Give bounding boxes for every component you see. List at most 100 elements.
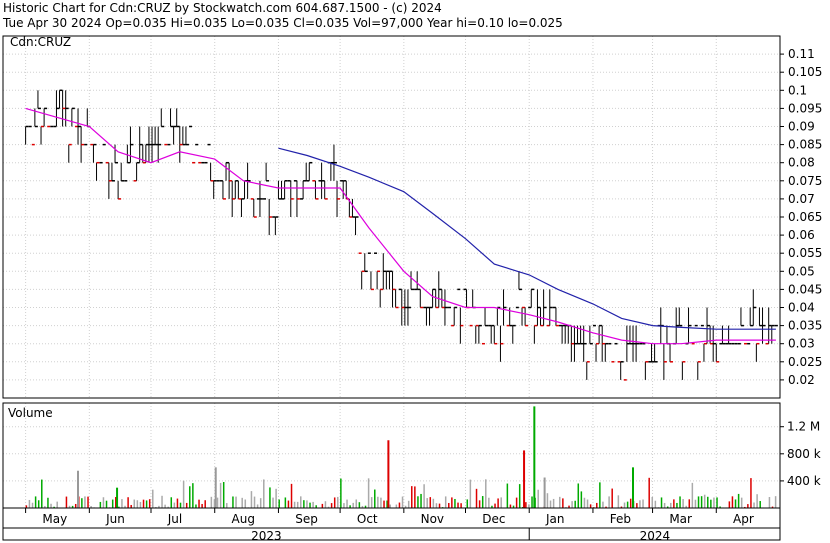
volume-bar: [528, 504, 530, 508]
volume-bar-highlight: [214, 467, 217, 508]
volume-bar: [272, 497, 274, 508]
price-tick-label: 0.105: [788, 65, 822, 79]
volume-bar: [506, 483, 509, 508]
volume-bar: [768, 497, 771, 508]
volume-bar: [340, 478, 342, 508]
volume-bar: [688, 499, 691, 508]
volume-bar: [241, 497, 243, 508]
volume-bar: [562, 498, 564, 508]
volume-tick-label: 800 k: [787, 447, 821, 461]
volume-bar: [377, 496, 379, 508]
volume-bar: [423, 484, 425, 508]
month-label: Apr: [733, 512, 754, 526]
volume-bar: [546, 493, 549, 508]
volume-bar: [552, 498, 555, 508]
volume-bar: [244, 499, 247, 508]
volume-bar: [694, 499, 697, 508]
price-tick-label: 0.11: [788, 47, 815, 61]
volume-bar: [250, 491, 253, 508]
volume-bar: [577, 483, 580, 508]
volume-bar: [198, 499, 200, 508]
volume-bar: [617, 495, 620, 508]
volume-bar: [127, 497, 129, 508]
volume-bar: [774, 496, 777, 508]
volume-bar: [682, 499, 684, 508]
volume-bar: [515, 497, 518, 508]
price-panel-label: Cdn:CRUZ: [10, 35, 71, 49]
volume-bar: [145, 500, 148, 508]
volume-bar: [531, 496, 533, 508]
volume-bar: [293, 501, 296, 508]
volume-bar: [226, 503, 228, 508]
volume-bar: [485, 479, 487, 508]
volume-bar: [87, 496, 89, 508]
volume-bar: [287, 500, 290, 508]
volume-bar: [330, 503, 333, 508]
volume-bar: [284, 497, 287, 508]
month-label: Oct: [357, 512, 378, 526]
volume-bar: [275, 488, 277, 508]
volume-bar: [152, 489, 154, 508]
volume-bar: [611, 488, 613, 508]
price-tick-label: 0.04: [788, 301, 815, 315]
volume-bar: [426, 498, 428, 508]
volume-bar: [481, 496, 484, 508]
volume-bar: [99, 501, 102, 508]
volume-bar: [626, 501, 629, 508]
volume-bar: [337, 496, 339, 508]
volume-bar: [663, 502, 666, 508]
volume-bar: [589, 504, 592, 508]
volume-bar: [731, 496, 734, 508]
volume-bar: [102, 497, 105, 508]
volume-bar: [583, 497, 586, 508]
volume-bars: [25, 406, 777, 508]
volume-bar: [380, 497, 382, 508]
volume-bar: [324, 501, 327, 508]
volume-bar: [438, 503, 441, 508]
volume-bar: [448, 502, 450, 508]
volume-bar: [84, 496, 86, 508]
volume-bar: [460, 503, 462, 508]
volume-bar: [300, 496, 302, 508]
volume-bar: [219, 482, 222, 508]
volume-bar: [148, 499, 151, 508]
volume-bar: [65, 496, 68, 508]
month-label: Jul: [167, 512, 182, 526]
volume-bar: [81, 498, 83, 508]
volume-bar: [176, 498, 179, 508]
volume-bar: [136, 500, 139, 508]
price-tick-label: 0.025: [788, 355, 822, 369]
month-label: May: [42, 512, 67, 526]
volume-bar: [537, 489, 539, 508]
volume-bar: [549, 500, 552, 508]
volume-bar: [728, 501, 731, 508]
volume-bar: [41, 479, 43, 508]
volume-bar: [580, 491, 583, 508]
price-tick-label: 0.095: [788, 101, 822, 115]
volume-bar: [518, 484, 521, 508]
volume-bar: [660, 497, 663, 508]
volume-bar: [435, 503, 438, 508]
volume-bar: [734, 499, 737, 508]
volume-bar: [179, 502, 182, 508]
volume-bar: [679, 496, 681, 508]
volume-bar: [639, 500, 641, 508]
volume-bar-highlight: [387, 440, 390, 508]
volume-grid: [3, 403, 780, 508]
volume-bar: [173, 502, 176, 508]
month-label: Jan: [545, 512, 565, 526]
volume-bar: [303, 500, 305, 508]
volume-bar: [602, 501, 604, 508]
volume-bar: [559, 496, 561, 508]
volume-bar: [37, 500, 40, 508]
volume-bar: [710, 499, 712, 508]
volume-bar: [509, 504, 512, 508]
year-label-2023: 2023: [251, 529, 282, 543]
volume-bar: [216, 497, 219, 508]
volume-bar: [670, 502, 672, 508]
volume-bar: [676, 502, 678, 508]
volume-bar: [596, 502, 598, 508]
volume-bar: [355, 499, 358, 508]
volume-tick-label: 1.2 M: [787, 420, 820, 434]
volume-bar-highlight: [543, 477, 546, 508]
